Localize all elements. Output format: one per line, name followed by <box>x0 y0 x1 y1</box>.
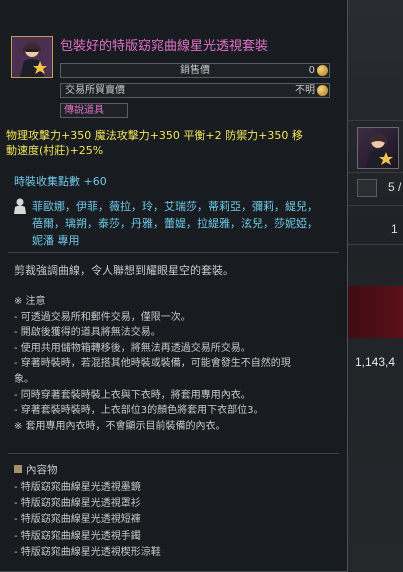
character-restriction: 菲歐娜，伊菲，薇拉，玲，艾瑞莎，蒂莉亞，彌莉，緹兒， 蓓爾，璃朔，泰莎，丹雅，蕾… <box>32 198 332 249</box>
bullet-square-icon <box>14 465 22 473</box>
divider <box>340 205 403 206</box>
contents-item: - 特版窈窕曲線星光透視手鐲 <box>14 530 141 542</box>
note-line: - 使用共用儲物箱轉移後，將無法再透過交易所交易。 <box>14 342 251 354</box>
contents-item: - 特版窈窕曲線星光透視罩衫 <box>14 498 141 510</box>
collection-points: 時裝收集點數 +60 <box>14 175 107 188</box>
note-line: - 同時穿著套裝時裝上衣與下衣時，將套用專用內衣。 <box>14 389 251 401</box>
contents-title: 內容物 <box>26 464 58 476</box>
money-value: 1,143,4 <box>355 355 396 369</box>
trade-price-value: 不明 <box>295 85 315 96</box>
divider <box>8 252 339 253</box>
contents-list: - 特版窈窕曲線星光透視墨鏡 - 特版窈窕曲線星光透視罩衫 - 特版窈窕曲線星光… <box>14 480 161 561</box>
contents-item: - 特版窈窕曲線星光透視短褲 <box>14 514 141 526</box>
divider <box>340 120 403 121</box>
contents-item: - 特版窈窕曲線星光透視墨鏡 <box>14 482 141 493</box>
note-line: ※ 注意 <box>14 296 46 307</box>
sell-price-value: 0 <box>308 65 315 76</box>
trade-price-row: 交易所貿賣價 不明 <box>60 83 330 98</box>
divider <box>340 172 403 173</box>
note-line: ※ 套用專用內衣時，不會顯示目前裝備的內衣。 <box>14 420 226 432</box>
background-highlight-panel <box>340 286 403 338</box>
item-stats: 物理攻擊力+350 魔法攻擊力+350 平衡+2 防禦力+350 移動速度(村莊… <box>6 129 303 157</box>
divider <box>340 244 403 245</box>
divider <box>8 453 339 454</box>
item-slot[interactable] <box>357 127 399 169</box>
page-input[interactable] <box>357 179 377 197</box>
item-title: 包裝好的特版窈窕曲線星光透視套裝 <box>60 39 269 54</box>
note-line: - 穿著時裝時，若混搭其他時裝或裝備，可能會發生不自然的現 <box>14 358 291 370</box>
character-list-line: 蓓爾，璃朔，泰莎，丹雅，蕾媞，拉緹雅，泫兒，莎妮婭， <box>32 217 318 230</box>
sell-price-row: 銷售價 0 <box>60 63 330 78</box>
note-line: - 開啟後獲得的道具將無法交易。 <box>14 327 161 339</box>
grade-badge: 傳說道具 <box>60 103 128 118</box>
character-list-line: 妮潘 專用 <box>32 234 80 247</box>
outfit-box-icon <box>12 37 52 77</box>
trade-price-label: 交易所貿賣價 <box>65 85 125 96</box>
character-silhouette-icon <box>14 198 26 214</box>
item-icon-frame <box>11 36 53 78</box>
character-list-line: 菲歐娜，伊菲，薇拉，玲，艾瑞莎，蒂莉亞，彌莉，緹兒， <box>32 200 318 213</box>
gold-coin-icon <box>317 85 328 96</box>
sell-price-label: 銷售價 <box>180 65 210 76</box>
item-notes: ※ 注意 - 可透過交易所和郵件交易，僅限一次。 - 開啟後獲得的道具將無法交易… <box>14 294 339 434</box>
contents-item: - 特版窈窕曲線星光透視楔形涼鞋 <box>14 546 161 558</box>
outfit-box-icon <box>366 133 393 168</box>
count-value: 1 <box>391 222 398 236</box>
note-line: - 穿著套裝時裝時，上衣部位3的顏色將套用下衣部位3。 <box>14 405 264 417</box>
note-line: 象。 <box>14 373 34 385</box>
item-tooltip: 包裝好的特版窈窕曲線星光透視套裝 銷售價 0 交易所貿賣價 不明 傳說道具 物理… <box>0 0 348 572</box>
note-line: - 可透過交易所和郵件交易，僅限一次。 <box>14 311 191 323</box>
contents-heading: 內容物 <box>14 462 58 477</box>
gold-coin-icon <box>317 65 328 76</box>
page-indicator: 5 / <box>388 180 402 194</box>
item-description: 剪裁強調曲線，令人聯想到耀眼星空的套裝。 <box>14 264 234 277</box>
grade-label: 傳說道具 <box>64 105 104 116</box>
